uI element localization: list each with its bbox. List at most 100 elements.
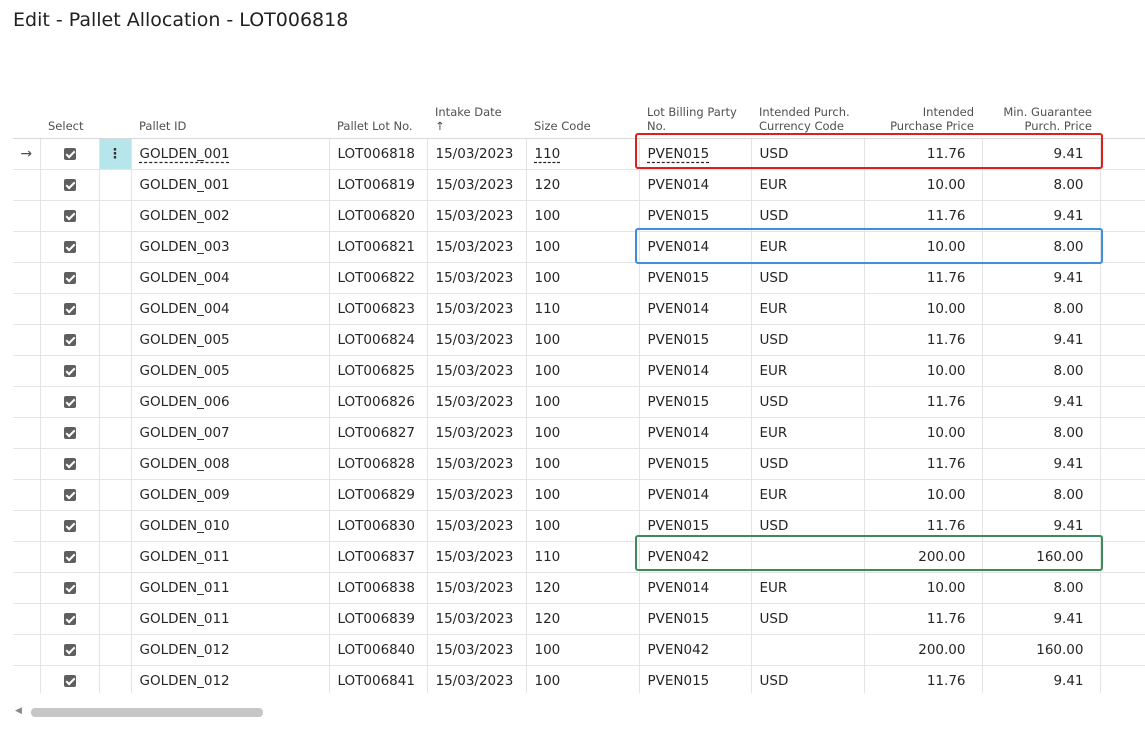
select-checkbox[interactable] — [63, 644, 76, 656]
select-cell[interactable] — [40, 200, 100, 232]
table-row[interactable]: GOLDEN_006 LOT006826 15/03/2023 100 PVEN015 U… — [13, 386, 1145, 418]
size-code-cell[interactable]: 110 — [526, 138, 640, 170]
table-row[interactable]: GOLDEN_008 LOT006828 15/03/2023 100 PVEN015 U… — [13, 448, 1145, 480]
billing-party-cell[interactable]: PVEN015 — [639, 510, 752, 542]
size-code-cell[interactable]: 100 — [526, 510, 640, 542]
billing-party-cell[interactable]: PVEN015 — [639, 386, 752, 418]
billing-party-cell[interactable]: PVEN014 — [639, 572, 752, 604]
select-cell[interactable] — [40, 262, 100, 294]
billing-party-cell[interactable]: PVEN014 — [639, 417, 752, 449]
select-cell[interactable] — [40, 479, 100, 511]
select-checkbox[interactable] — [63, 148, 76, 160]
size-code-cell[interactable]: 100 — [526, 479, 640, 511]
select-cell[interactable] — [40, 448, 100, 480]
size-code-cell[interactable]: 100 — [526, 665, 640, 693]
table-row[interactable]: GOLDEN_010 LOT006830 15/03/2023 100 PVEN015 U… — [13, 510, 1145, 542]
billing-party-cell[interactable]: PVEN014 — [639, 231, 752, 263]
pallet-id-cell[interactable]: GOLDEN_004 — [131, 262, 330, 294]
select-cell[interactable] — [40, 634, 100, 666]
size-code-cell[interactable]: 100 — [526, 417, 640, 449]
billing-party-cell[interactable]: PVEN015 — [639, 324, 752, 356]
select-cell[interactable] — [40, 603, 100, 635]
pallet-id-cell[interactable]: GOLDEN_005 — [131, 355, 330, 387]
pallet-id-cell[interactable]: GOLDEN_007 — [131, 417, 330, 449]
billing-party-cell[interactable]: PVEN042 — [639, 634, 752, 666]
size-code-cell[interactable]: 100 — [526, 386, 640, 418]
col-pallet-lot-no[interactable]: Pallet Lot No. — [329, 60, 427, 139]
pallet-id-cell[interactable]: GOLDEN_008 — [131, 448, 330, 480]
select-cell[interactable] — [40, 138, 100, 170]
select-checkbox[interactable] — [63, 427, 76, 439]
select-checkbox[interactable] — [63, 675, 76, 687]
select-cell[interactable] — [40, 665, 100, 693]
size-code-cell[interactable]: 110 — [526, 541, 640, 573]
select-cell[interactable] — [40, 231, 100, 263]
table-row[interactable]: GOLDEN_001 LOT006819 15/03/2023 120 PVEN014 E… — [13, 169, 1145, 201]
size-code-cell[interactable]: 100 — [526, 324, 640, 356]
select-cell[interactable] — [40, 169, 100, 201]
size-code-cell[interactable]: 120 — [526, 169, 640, 201]
size-code-cell[interactable]: 100 — [526, 231, 640, 263]
pallet-id-cell[interactable]: GOLDEN_003 — [131, 231, 330, 263]
size-code-cell[interactable]: 120 — [526, 603, 640, 635]
select-cell[interactable] — [40, 541, 100, 573]
col-min-guarantee[interactable]: Min. Guarantee Purch. Price — [982, 60, 1100, 139]
select-cell[interactable] — [40, 417, 100, 449]
pallet-id-cell[interactable]: GOLDEN_005 — [131, 324, 330, 356]
size-code-cell[interactable]: 100 — [526, 200, 640, 232]
select-cell[interactable] — [40, 293, 100, 325]
pallet-id-cell[interactable]: GOLDEN_001 — [131, 169, 330, 201]
billing-party-cell[interactable]: PVEN015 — [639, 448, 752, 480]
table-row[interactable]: GOLDEN_003 LOT006821 15/03/2023 100 PVEN014 E… — [13, 231, 1145, 263]
pallet-id-cell[interactable]: GOLDEN_012 — [131, 665, 330, 693]
billing-party-cell[interactable]: PVEN042 — [639, 541, 752, 573]
billing-party-cell[interactable]: PVEN014 — [639, 293, 752, 325]
billing-party-cell[interactable]: PVEN015 — [639, 665, 752, 693]
select-cell[interactable] — [40, 510, 100, 542]
col-select[interactable]: Select — [40, 60, 99, 139]
select-checkbox[interactable] — [63, 272, 76, 284]
table-row[interactable]: GOLDEN_004 LOT006822 15/03/2023 100 PVEN015 U… — [13, 262, 1145, 294]
table-row[interactable]: GOLDEN_007 LOT006827 15/03/2023 100 PVEN014 E… — [13, 417, 1145, 449]
select-checkbox[interactable] — [63, 303, 76, 315]
size-code-cell[interactable]: 100 — [526, 634, 640, 666]
select-checkbox[interactable] — [63, 179, 76, 191]
select-checkbox[interactable] — [63, 520, 76, 532]
table-row[interactable]: → ⋮ GOLDEN_001 LOT006818 15/03/2023 110 PVEN01… — [13, 138, 1145, 170]
billing-party-cell[interactable]: PVEN014 — [639, 479, 752, 511]
select-checkbox[interactable] — [63, 334, 76, 346]
size-code-cell[interactable]: 100 — [526, 355, 640, 387]
col-intended-price[interactable]: Intended Purchase Price — [864, 60, 982, 139]
col-pallet-id[interactable]: Pallet ID — [131, 60, 329, 139]
scroll-left-icon[interactable]: ◀ — [15, 706, 22, 716]
billing-party-cell[interactable]: PVEN014 — [639, 355, 752, 387]
table-row[interactable]: GOLDEN_011 LOT006839 15/03/2023 120 PVEN015 U… — [13, 603, 1145, 635]
pallet-id-cell[interactable]: GOLDEN_010 — [131, 510, 330, 542]
select-checkbox[interactable] — [63, 613, 76, 625]
billing-party-cell[interactable]: PVEN015 — [639, 138, 752, 170]
pallet-id-cell[interactable]: GOLDEN_001 — [131, 138, 330, 170]
select-cell[interactable] — [40, 386, 100, 418]
select-cell[interactable] — [40, 324, 100, 356]
col-size-code[interactable]: Size Code — [526, 60, 639, 139]
table-row[interactable]: GOLDEN_011 LOT006838 15/03/2023 120 PVEN014 E… — [13, 572, 1145, 604]
table-row[interactable]: GOLDEN_005 LOT006825 15/03/2023 100 PVEN014 E… — [13, 355, 1145, 387]
select-cell[interactable] — [40, 572, 100, 604]
select-checkbox[interactable] — [63, 210, 76, 222]
select-checkbox[interactable] — [63, 241, 76, 253]
select-checkbox[interactable] — [63, 396, 76, 408]
table-row[interactable]: GOLDEN_012 LOT006840 15/03/2023 100 PVEN042 2… — [13, 634, 1145, 666]
scrollbar-thumb[interactable] — [31, 708, 263, 717]
table-row[interactable]: GOLDEN_009 LOT006829 15/03/2023 100 PVEN014 E… — [13, 479, 1145, 511]
table-row[interactable]: GOLDEN_011 LOT006837 15/03/2023 110 PVEN042 2… — [13, 541, 1145, 573]
table-row[interactable]: GOLDEN_005 LOT006824 15/03/2023 100 PVEN015 U… — [13, 324, 1145, 356]
pallet-id-cell[interactable]: GOLDEN_011 — [131, 572, 330, 604]
col-intake-date[interactable]: Intake Date ↑ — [427, 60, 526, 139]
col-lot-billing-party[interactable]: Lot Billing Party No. — [639, 60, 751, 139]
size-code-cell[interactable]: 100 — [526, 262, 640, 294]
select-checkbox[interactable] — [63, 582, 76, 594]
size-code-cell[interactable]: 110 — [526, 293, 640, 325]
pallet-id-cell[interactable]: GOLDEN_006 — [131, 386, 330, 418]
select-checkbox[interactable] — [63, 365, 76, 377]
pallet-id-cell[interactable]: GOLDEN_002 — [131, 200, 330, 232]
